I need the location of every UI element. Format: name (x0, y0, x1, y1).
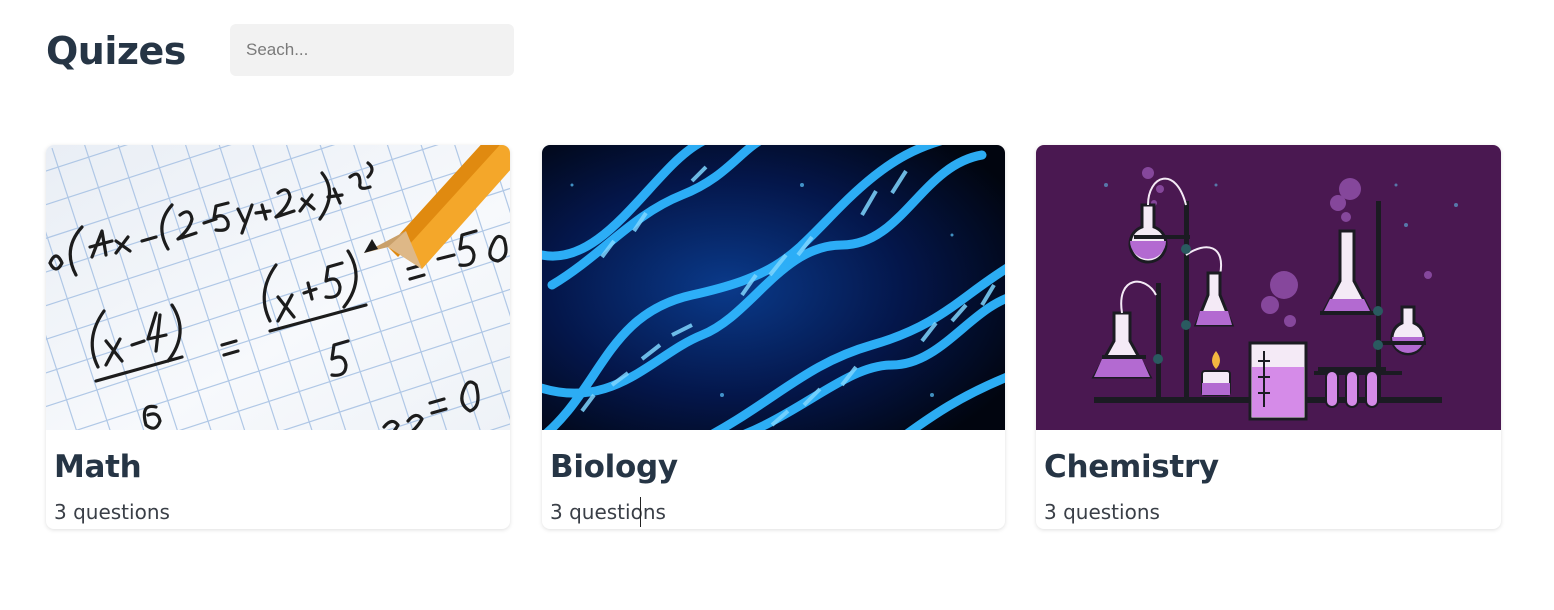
search-input[interactable] (230, 24, 514, 76)
page-title: Quizes (46, 29, 186, 73)
chemistry-lab-image (1036, 145, 1501, 430)
quiz-page: Quizes Seach... Math 3 questions Biology… (0, 0, 1554, 610)
quiz-card-title: Chemistry (1044, 449, 1219, 485)
math-worksheet-image (46, 145, 510, 430)
quiz-card-question-count: 3 questions (550, 500, 666, 524)
quiz-card-question-count: 3 questions (54, 500, 170, 524)
text-cursor (640, 497, 641, 527)
quiz-card-math[interactable]: Math 3 questions (46, 145, 510, 529)
dna-helix-image (542, 145, 1005, 430)
quiz-card-biology[interactable]: Biology 3 questions (542, 145, 1005, 529)
quiz-card-title: Math (54, 449, 142, 485)
quiz-card-chemistry[interactable]: Chemistry 3 questions (1036, 145, 1501, 529)
quiz-card-question-count: 3 questions (1044, 500, 1160, 524)
quiz-card-title: Biology (550, 449, 678, 485)
